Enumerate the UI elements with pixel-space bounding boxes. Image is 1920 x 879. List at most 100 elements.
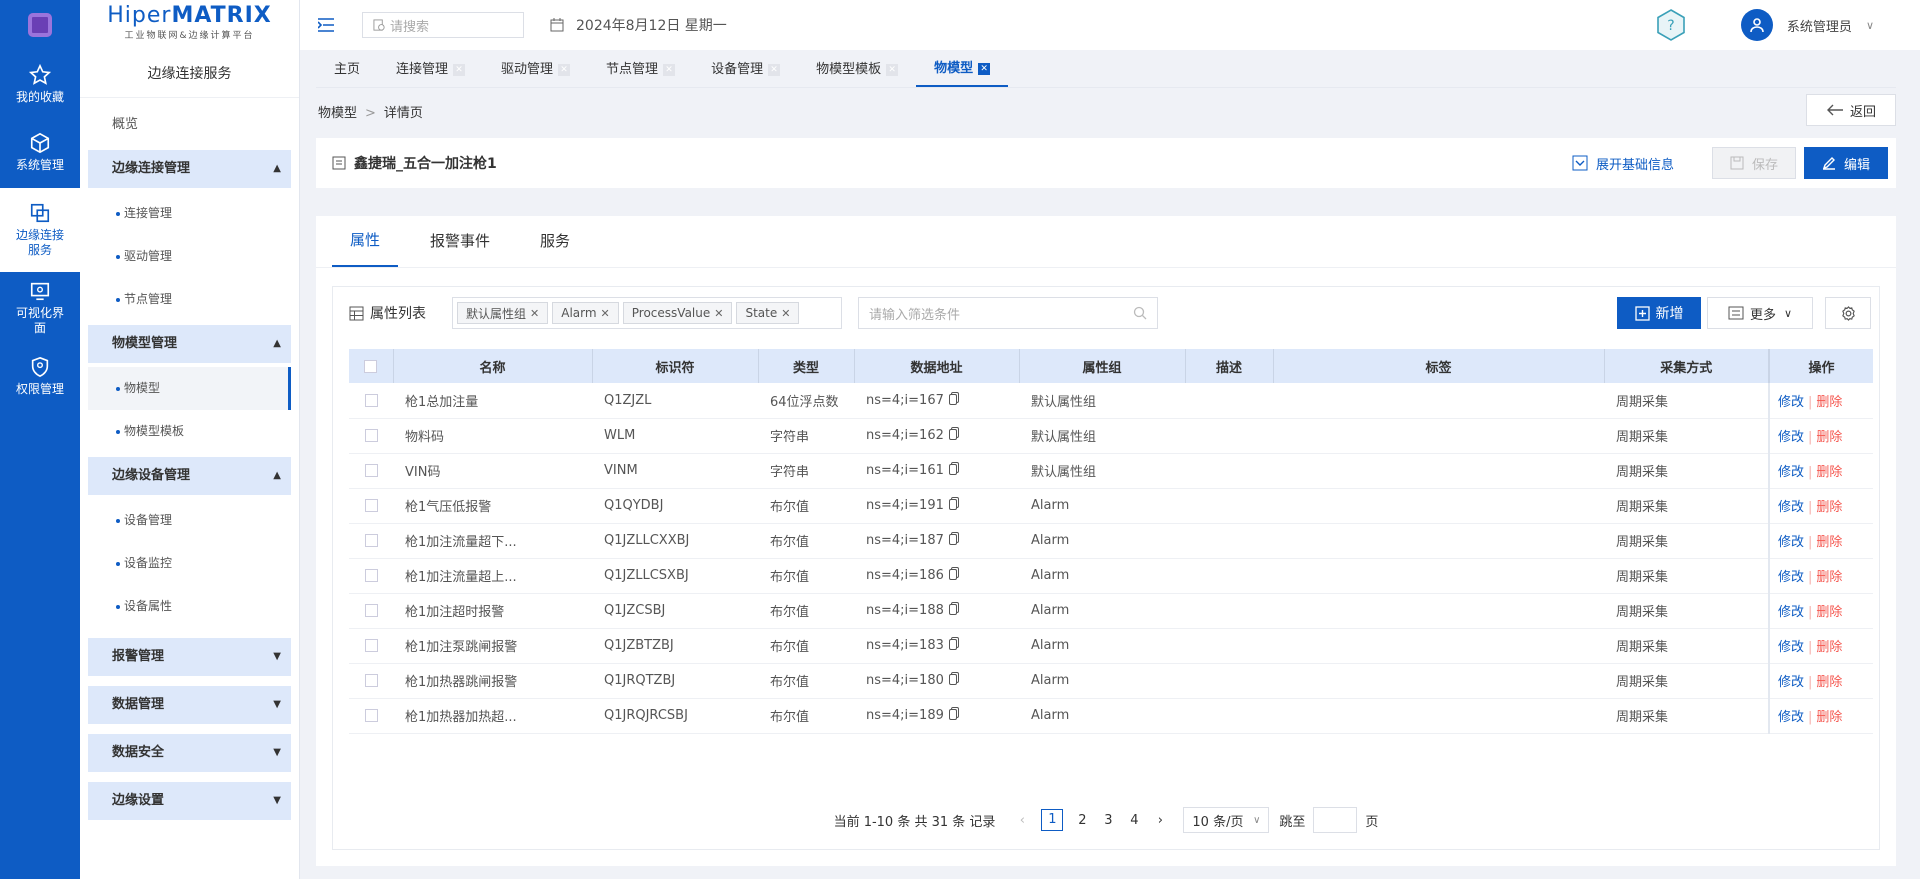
edit-link[interactable]: 修改 — [1778, 465, 1804, 480]
delete-link[interactable]: 删除 — [1816, 535, 1842, 550]
rail-item-system[interactable]: 系统管理 — [0, 118, 80, 186]
rail-item-permission[interactable]: 权限管理 — [0, 342, 80, 410]
edit-link[interactable]: 修改 — [1778, 605, 1804, 620]
row-checkbox[interactable] — [349, 523, 393, 559]
copy-icon[interactable] — [948, 499, 957, 510]
app-logo[interactable] — [0, 0, 80, 50]
tab-alarm-events[interactable]: 报警事件 — [412, 215, 508, 267]
prev-page-button[interactable]: ‹ — [1015, 813, 1029, 828]
close-icon[interactable]: ✕ — [781, 307, 790, 320]
copy-icon[interactable] — [948, 639, 957, 650]
sidebar-group-alarm[interactable]: 报警管理 ▼ — [88, 638, 291, 676]
page-size-select[interactable]: 10 条/页 ∨ — [1183, 807, 1270, 833]
user-menu[interactable]: 系统管理员 ∨ — [1740, 9, 1874, 41]
row-checkbox[interactable] — [349, 488, 393, 524]
select-all-checkbox[interactable] — [349, 349, 394, 383]
sidebar-item-model-template[interactable]: 物模型模板 — [80, 410, 299, 453]
sidebar-item-device[interactable]: 设备管理 — [80, 499, 299, 542]
tab-services[interactable]: 服务 — [522, 215, 588, 267]
row-checkbox[interactable] — [349, 663, 393, 699]
filter-chip[interactable]: ProcessValue ✕ — [622, 302, 733, 324]
more-button[interactable]: 更多 ∨ — [1707, 297, 1813, 329]
edit-link[interactable]: 修改 — [1778, 395, 1804, 410]
page-button[interactable]: 2 — [1075, 813, 1089, 828]
filter-chip[interactable]: 默认属性组 ✕ — [457, 302, 549, 324]
copy-icon[interactable] — [948, 674, 957, 685]
back-button[interactable]: 返回 — [1806, 94, 1896, 126]
breadcrumb-parent[interactable]: 物模型 — [318, 106, 357, 121]
copy-icon[interactable] — [948, 569, 957, 580]
next-page-button[interactable]: › — [1153, 813, 1167, 828]
row-checkbox[interactable] — [349, 418, 393, 454]
sidebar-item-connection[interactable]: 连接管理 — [80, 192, 299, 235]
delete-link[interactable]: 删除 — [1816, 430, 1842, 445]
save-button[interactable]: 保存 — [1712, 147, 1796, 179]
copy-icon[interactable] — [948, 393, 957, 405]
tab-properties[interactable]: 属性 — [332, 215, 399, 267]
close-icon[interactable]: ✕ — [714, 307, 723, 320]
row-checkbox[interactable] — [349, 558, 393, 594]
close-icon[interactable]: ✕ — [886, 63, 899, 76]
edit-link[interactable]: 修改 — [1778, 640, 1804, 655]
delete-link[interactable]: 删除 — [1816, 570, 1842, 585]
row-checkbox[interactable] — [349, 593, 393, 629]
edit-link[interactable]: 修改 — [1778, 570, 1804, 585]
edit-link[interactable]: 修改 — [1778, 500, 1804, 515]
expand-info-button[interactable]: 展开基础信息 — [1572, 154, 1674, 173]
edit-link[interactable]: 修改 — [1778, 430, 1804, 445]
delete-link[interactable]: 删除 — [1816, 500, 1842, 515]
add-property-button[interactable]: 新增 — [1617, 297, 1701, 329]
row-checkbox[interactable] — [349, 453, 393, 489]
filter-input[interactable]: 请输入筛选条件 — [858, 297, 1158, 329]
rail-item-visual[interactable]: 可视化界面 — [0, 274, 80, 342]
tab-model[interactable]: 物模型 ✕ — [916, 53, 1009, 87]
sidebar-item-monitor[interactable]: 设备监控 — [80, 542, 299, 585]
tab-connection[interactable]: 连接管理 ✕ — [378, 53, 483, 87]
delete-link[interactable]: 删除 — [1816, 675, 1842, 690]
filter-chip[interactable]: State ✕ — [736, 302, 800, 324]
menu-fold-icon[interactable] — [318, 18, 334, 32]
filter-chip[interactable]: Alarm ✕ — [552, 302, 619, 324]
delete-link[interactable]: 删除 — [1816, 465, 1842, 480]
close-icon[interactable]: ✕ — [768, 63, 781, 76]
close-icon[interactable]: ✕ — [978, 62, 991, 75]
row-checkbox[interactable] — [349, 698, 393, 734]
tab-node[interactable]: 节点管理 ✕ — [588, 53, 693, 87]
close-icon[interactable]: ✕ — [663, 63, 676, 76]
edit-link[interactable]: 修改 — [1778, 710, 1804, 725]
delete-link[interactable]: 删除 — [1816, 605, 1842, 620]
close-icon[interactable]: ✕ — [601, 307, 610, 320]
edit-button[interactable]: 编辑 — [1804, 147, 1888, 179]
sidebar-group-device[interactable]: 边缘设备管理 ▲ — [88, 457, 291, 495]
row-checkbox[interactable] — [349, 628, 393, 664]
delete-link[interactable]: 删除 — [1816, 640, 1842, 655]
tab-driver[interactable]: 驱动管理 ✕ — [483, 53, 588, 87]
sidebar-group-connection[interactable]: 边缘连接管理 ▲ — [88, 150, 291, 188]
tab-home[interactable]: 主页 — [316, 53, 378, 87]
sidebar-item-node[interactable]: 节点管理 — [80, 278, 299, 321]
sidebar-group-data[interactable]: 数据管理 ▼ — [88, 686, 291, 724]
page-button[interactable]: 3 — [1101, 813, 1115, 828]
copy-icon[interactable] — [948, 429, 957, 440]
copy-icon[interactable] — [948, 534, 957, 545]
sidebar-group-model[interactable]: 物模型管理 ▲ — [88, 325, 291, 363]
rail-item-favorites[interactable]: 我的收藏 — [0, 50, 80, 118]
close-icon[interactable]: ✕ — [558, 63, 571, 76]
jump-page-input[interactable] — [1313, 807, 1358, 833]
settings-button[interactable] — [1825, 297, 1871, 329]
page-button[interactable]: 4 — [1127, 813, 1141, 828]
sidebar-group-security[interactable]: 数据安全 ▼ — [88, 734, 291, 772]
delete-link[interactable]: 删除 — [1816, 395, 1842, 410]
sidebar-item-model[interactable]: 物模型 — [88, 367, 291, 410]
rail-item-edge[interactable]: 边缘连接服务 — [0, 188, 80, 272]
search-input[interactable]: 请搜索 — [362, 12, 524, 38]
tab-model-template[interactable]: 物模型模板 ✕ — [798, 53, 916, 87]
sidebar-item-overview[interactable]: 概览 — [80, 104, 299, 146]
row-checkbox[interactable] — [349, 383, 393, 419]
delete-link[interactable]: 删除 — [1816, 710, 1842, 725]
page-button[interactable]: 1 — [1041, 809, 1064, 831]
edit-link[interactable]: 修改 — [1778, 535, 1804, 550]
copy-icon[interactable] — [948, 464, 957, 475]
edit-link[interactable]: 修改 — [1778, 675, 1804, 690]
close-icon[interactable]: ✕ — [453, 63, 466, 76]
